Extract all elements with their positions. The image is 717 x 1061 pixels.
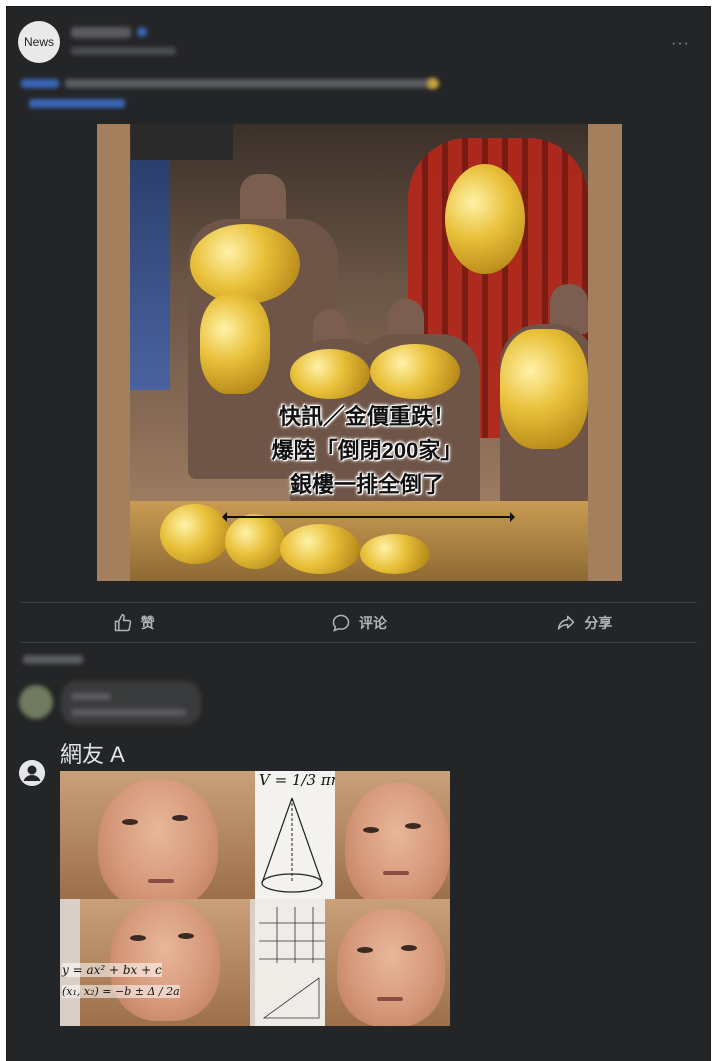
blurred-comment-author: [71, 693, 111, 700]
meme-formula-roots: (x₁, x₂) = −b ± Δ / 2a: [62, 984, 180, 998]
headline-line-1: 快訊／金價重跌！: [278, 404, 455, 429]
comment-bubble-icon: [332, 614, 350, 632]
thumbs-up-icon: [114, 613, 131, 632]
meme-panel: [255, 898, 450, 1026]
gold-ornament: [445, 164, 525, 274]
page-avatar[interactable]: News: [18, 21, 60, 63]
blurred-comment-text: [71, 709, 186, 716]
comment-meme-image[interactable]: V = 1/3 πr². h y = ax² + bx + c (x₁, x₂)…: [60, 771, 450, 1026]
blurred-emoji: [427, 78, 439, 89]
meme-eye: [363, 827, 379, 833]
cone-diagram: [261, 797, 323, 893]
commenter-name[interactable]: 網友 A: [60, 737, 125, 769]
commenter-avatar[interactable]: [19, 760, 45, 786]
headline-line-3: 銀樓一排全倒了: [289, 472, 444, 497]
post-image[interactable]: 快訊／金價重跌！ 爆陸「倒閉200家」 銀樓一排全倒了: [97, 124, 622, 581]
meme-panel: y = ax² + bx + c (x₁, x₂) = −b ± Δ / 2a: [60, 898, 255, 1026]
meme-panel: [60, 771, 255, 899]
meme-panel: V = 1/3 πr². h: [255, 771, 450, 899]
meme-eye: [130, 934, 146, 941]
like-label: 赞: [140, 615, 155, 631]
blurred-commenter-avatar[interactable]: [19, 685, 53, 719]
gold-flower-necklace: [500, 329, 588, 449]
gold-necklace: [200, 294, 270, 394]
gold-necklace: [290, 349, 370, 399]
meme-eye: [401, 944, 417, 951]
blurred-hashtag[interactable]: [21, 79, 59, 88]
verified-icon: [137, 27, 147, 37]
meme-face: [110, 900, 220, 1021]
blurred-timestamp: [71, 47, 176, 55]
meme-face: [345, 783, 450, 899]
avatar-label: News: [23, 35, 54, 49]
image-border-right: [588, 124, 622, 581]
blurred-caption-text: [65, 79, 435, 88]
like-button[interactable]: 赞: [21, 603, 246, 643]
share-label: 分享: [584, 615, 613, 631]
meme-eye: [122, 819, 138, 825]
gold-bracelet: [360, 534, 430, 574]
image-border-left: [97, 124, 130, 581]
blurred-page-name[interactable]: [71, 27, 131, 38]
blue-display-panel: [130, 160, 170, 390]
image-headline: 快訊／金價重跌！ 爆陸「倒閉200家」 銀樓一排全倒了: [247, 400, 487, 502]
user-silhouette-icon: [19, 760, 45, 786]
meme-mouth: [148, 879, 174, 883]
meme-formula-quadratic: y = ax² + bx + c: [62, 962, 162, 977]
comment-label: 评论: [358, 615, 387, 631]
double-arrow: [222, 512, 515, 522]
blurred-link[interactable]: [29, 99, 125, 108]
comment-button[interactable]: 评论: [246, 603, 471, 643]
blurred-comment-bubble: [61, 681, 201, 725]
meme-eye: [405, 823, 421, 829]
meme-eye: [172, 815, 188, 821]
trig-table-diagram: [259, 906, 329, 1018]
gold-bracelet: [225, 514, 285, 569]
gold-necklace: [190, 224, 300, 304]
gold-necklace: [370, 344, 460, 399]
headline-line-2: 爆陸「倒閉200家」: [271, 438, 463, 463]
meme-eye: [357, 946, 373, 953]
meme-face: [337, 908, 445, 1026]
more-options-icon[interactable]: ···: [671, 35, 690, 53]
divider: [21, 642, 697, 643]
action-bar: 赞 评论 分享: [21, 603, 697, 643]
blurred-comment-sort[interactable]: [23, 655, 83, 664]
redacted-box: [131, 124, 233, 160]
meme-mouth: [383, 871, 409, 875]
meme-mouth: [377, 996, 403, 1001]
gold-bracelet: [280, 524, 360, 574]
share-button[interactable]: 分享: [472, 603, 697, 643]
post-card: News ··· 快訊／金價重跌！ 爆陸「倒閉200家」 銀樓一排全倒了 赞 评…: [7, 7, 710, 1061]
share-arrow-icon: [558, 615, 575, 630]
meme-eye: [178, 932, 194, 939]
